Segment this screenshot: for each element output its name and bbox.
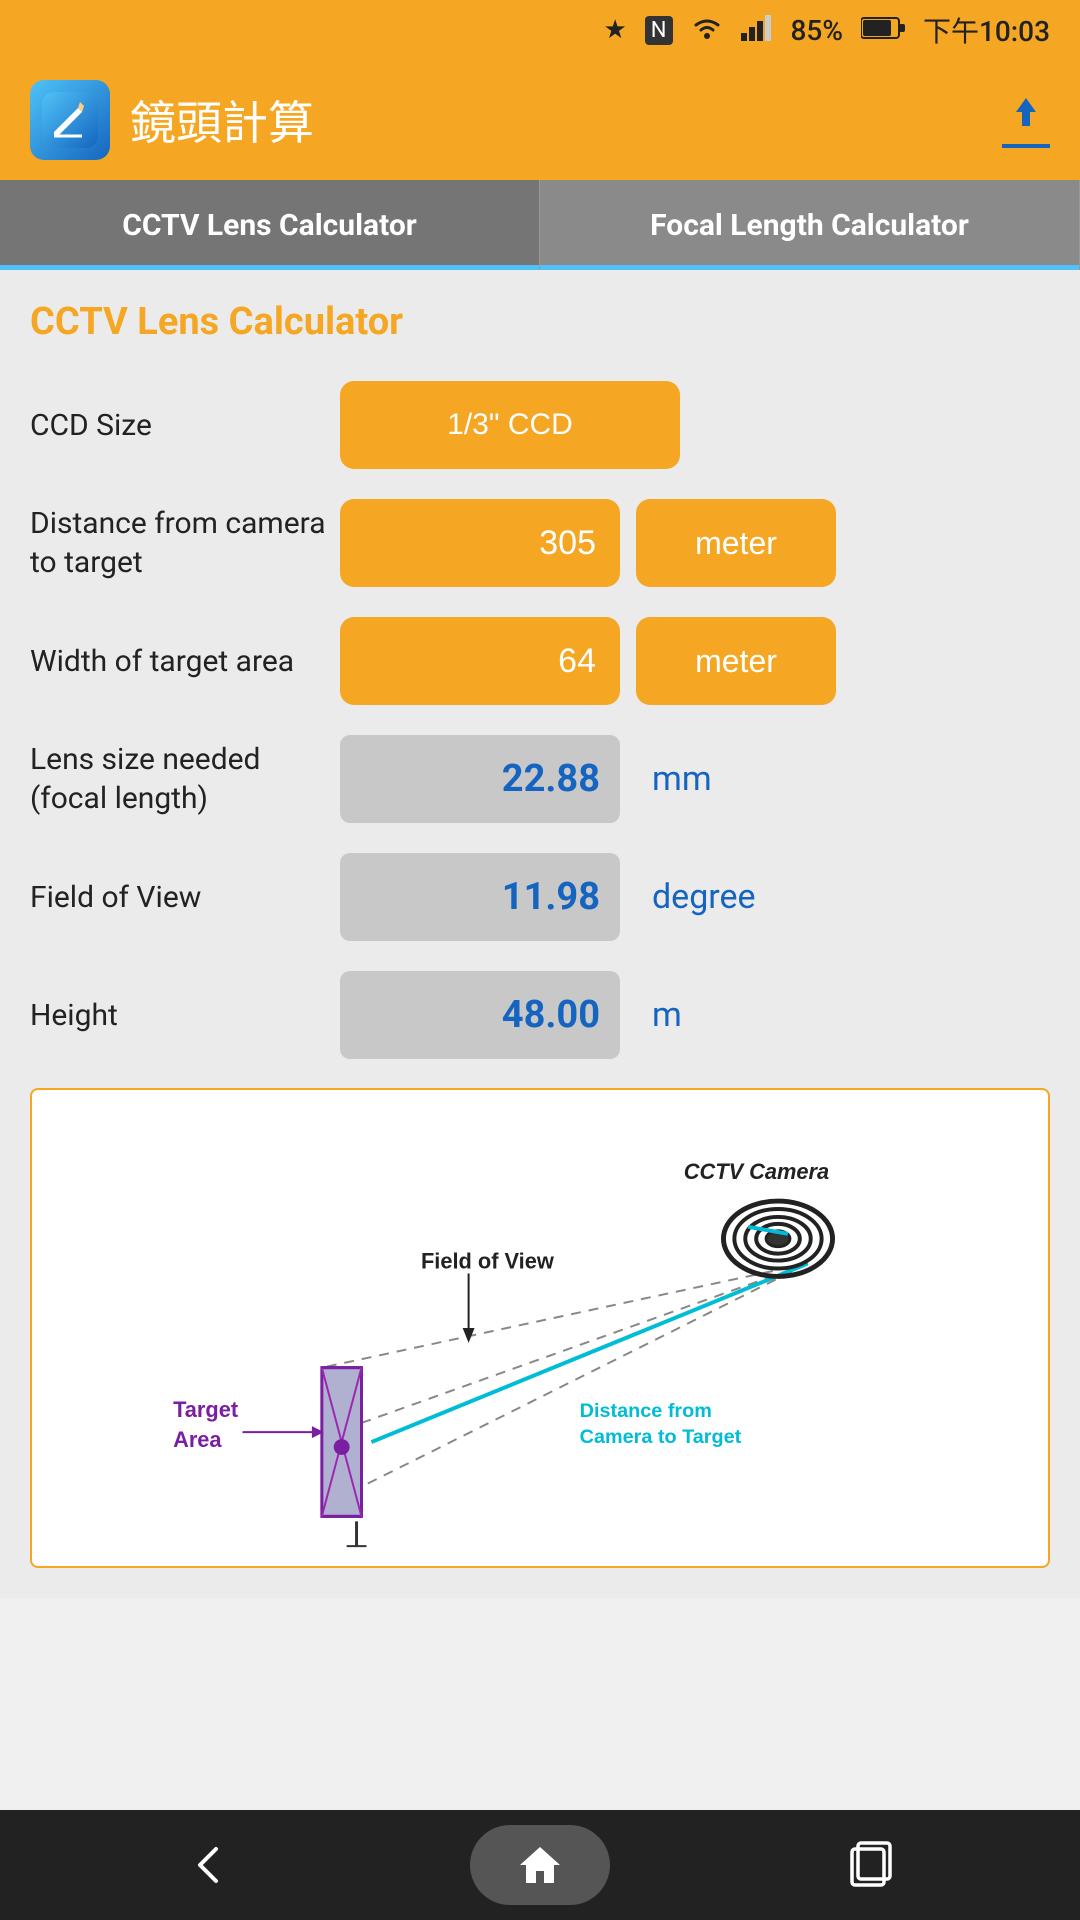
height-row: Height 48.00 m	[30, 970, 1050, 1060]
svg-text:Distance from: Distance from	[580, 1400, 712, 1422]
height-value: 48.00	[502, 993, 600, 1037]
tab-cctv[interactable]: CCTV Lens Calculator	[0, 180, 540, 270]
width-label: Width of target area	[30, 642, 340, 681]
fov-unit: degree	[652, 877, 756, 917]
distance-value-button[interactable]: 305	[340, 499, 620, 587]
distance-row: Distance from camera to target 305 meter	[30, 498, 1050, 588]
status-time: 下午10:03	[923, 10, 1050, 50]
lens-size-row: Lens size needed (focal length) 22.88 mm	[30, 734, 1050, 824]
app-title: 鏡頭計算	[130, 87, 314, 153]
upload-button[interactable]	[1002, 92, 1050, 148]
svg-text:Camera to Target: Camera to Target	[580, 1426, 742, 1448]
width-unit-button[interactable]: meter	[636, 617, 836, 705]
fov-value: 11.98	[502, 875, 600, 919]
distance-label: Distance from camera to target	[30, 504, 340, 582]
ccd-size-label: CCD Size	[30, 406, 340, 445]
fov-label: Field of View	[30, 878, 340, 917]
signal-icon	[741, 13, 773, 48]
home-button[interactable]	[470, 1825, 610, 1905]
nfc-icon: N	[645, 16, 673, 45]
lens-size-value: 22.88	[502, 757, 600, 801]
svg-text:Field of View: Field of View	[421, 1249, 554, 1274]
ccd-size-row: CCD Size 1/3" CCD	[30, 380, 1050, 470]
app-header-left: 鏡頭計算	[30, 80, 314, 160]
svg-text:Target: Target	[173, 1397, 238, 1422]
lens-size-unit: mm	[652, 759, 712, 799]
height-controls: 48.00 m	[340, 971, 1050, 1059]
diagram-box: CCTV Camera Field of View Target Area Di…	[30, 1088, 1050, 1568]
fov-result: 11.98	[340, 853, 620, 941]
main-content: CCTV Lens Calculator CCD Size 1/3" CCD D…	[0, 270, 1080, 1598]
app-header: 鏡頭計算	[0, 60, 1080, 180]
back-button[interactable]	[170, 1825, 250, 1905]
battery-percent: 85%	[791, 14, 843, 47]
ccd-size-controls: 1/3" CCD	[340, 381, 1050, 469]
tab-bar: CCTV Lens Calculator Focal Length Calcul…	[0, 180, 1080, 270]
svg-text:CCTV Camera: CCTV Camera	[684, 1159, 829, 1184]
lens-size-label: Lens size needed (focal length)	[30, 740, 340, 818]
distance-unit-button[interactable]: meter	[636, 499, 836, 587]
height-result: 48.00	[340, 971, 620, 1059]
width-controls: 64 meter	[340, 617, 1050, 705]
ccd-size-button[interactable]: 1/3" CCD	[340, 381, 680, 469]
section-title: CCTV Lens Calculator	[30, 300, 1050, 344]
battery-icon	[861, 16, 905, 44]
lens-size-result: 22.88	[340, 735, 620, 823]
tab-focal[interactable]: Focal Length Calculator	[540, 180, 1080, 270]
width-value-button[interactable]: 64	[340, 617, 620, 705]
width-row: Width of target area 64 meter	[30, 616, 1050, 706]
recents-button[interactable]	[830, 1825, 910, 1905]
fov-controls: 11.98 degree	[340, 853, 1050, 941]
fov-row: Field of View 11.98 degree	[30, 852, 1050, 942]
svg-text:Area: Area	[173, 1427, 222, 1452]
app-icon	[30, 80, 110, 160]
bluetooth-icon: ★	[603, 15, 626, 45]
height-unit: m	[652, 995, 682, 1035]
status-bar: ★ N 85% 下午10:03	[0, 0, 1080, 60]
nav-bar	[0, 1810, 1080, 1920]
lens-size-controls: 22.88 mm	[340, 735, 1050, 823]
wifi-icon	[691, 13, 723, 48]
height-label: Height	[30, 996, 340, 1035]
distance-controls: 305 meter	[340, 499, 1050, 587]
